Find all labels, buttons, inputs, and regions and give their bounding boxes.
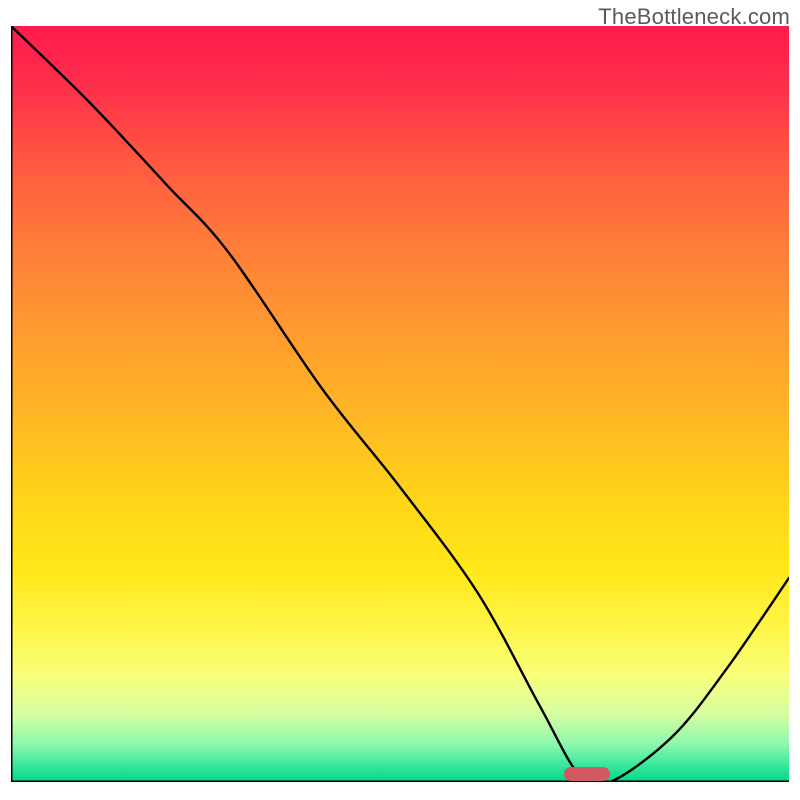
watermark-text: TheBottleneck.com — [598, 4, 790, 30]
optimal-point-marker — [564, 767, 610, 781]
gradient-plot-background — [11, 26, 789, 782]
